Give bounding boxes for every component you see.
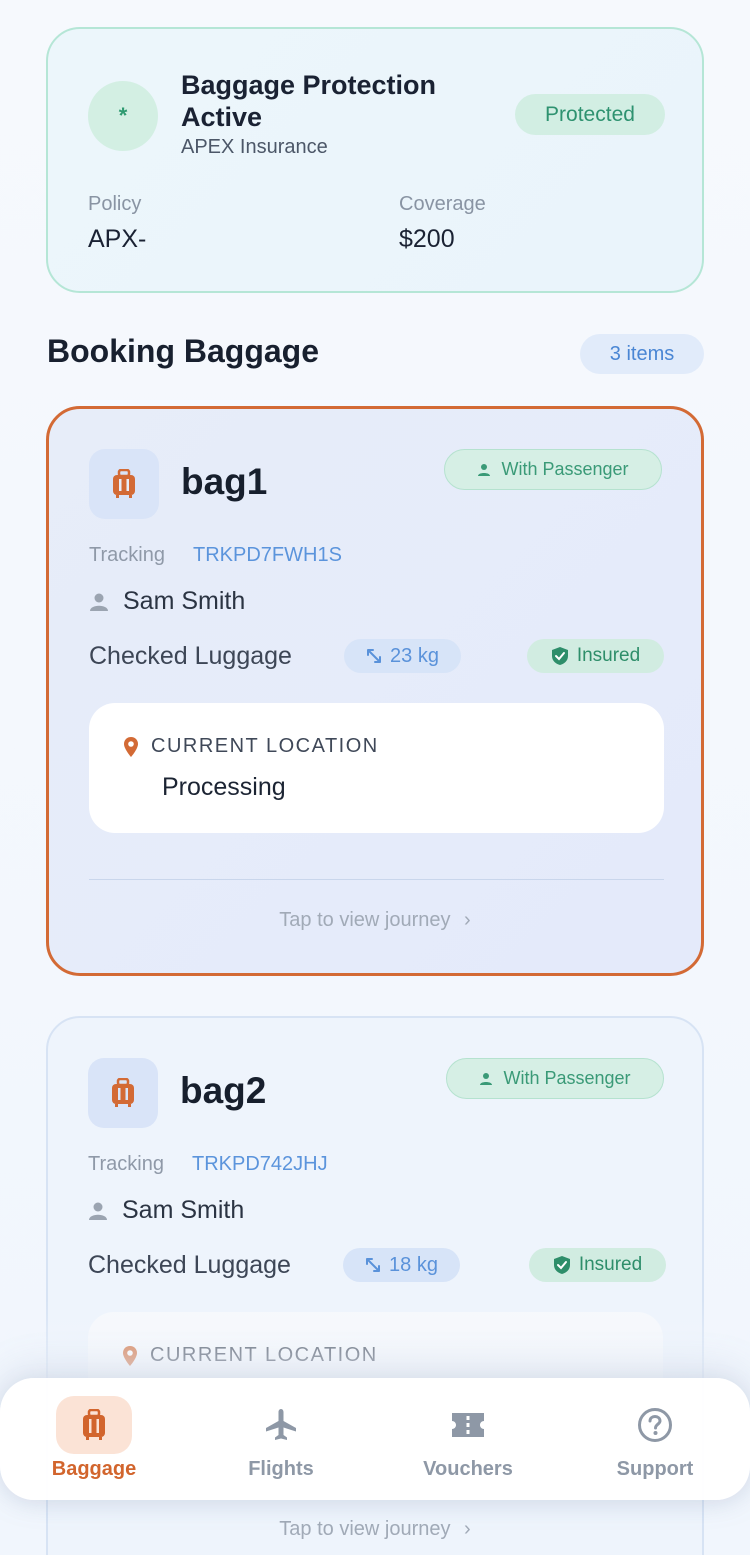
view-journey-label: Tap to view journey: [279, 909, 451, 931]
location-header: CURRENT LOCATION: [122, 1344, 378, 1367]
policy-label: Policy: [88, 193, 142, 215]
tracking-label: Tracking: [88, 1153, 164, 1175]
insured-badge: Insured: [529, 1248, 666, 1282]
location-label: CURRENT LOCATION: [150, 1344, 378, 1366]
view-journey-link[interactable]: Tap to view journey ›: [48, 1518, 702, 1541]
bag-card-1[interactable]: bag1 With Passenger Tracking TRKPD7FWH1S…: [46, 406, 704, 976]
airplane-icon: [243, 1396, 319, 1454]
nav-label-vouchers: Vouchers: [423, 1458, 513, 1480]
protected-badge: Protected: [515, 94, 665, 135]
bag-status-label: With Passenger: [503, 1068, 631, 1088]
weight-value: 23 kg: [390, 644, 439, 667]
passenger-name: Sam Smith: [122, 1196, 245, 1224]
coverage-label: Coverage: [399, 193, 486, 215]
ticket-icon: [430, 1396, 506, 1454]
insurance-card: * Baggage Protection Active APEX Insuran…: [46, 27, 704, 293]
location-pin-icon: [123, 1345, 137, 1366]
help-circle-icon: [617, 1396, 693, 1454]
nav-label-flights: Flights: [248, 1458, 314, 1480]
bag-status-label: With Passenger: [501, 459, 629, 479]
person-icon: [478, 463, 491, 476]
bag-name: bag1: [181, 461, 268, 502]
insured-label: Insured: [578, 1254, 643, 1275]
person-icon: [89, 1202, 107, 1220]
luggage-icon: [56, 1396, 132, 1454]
insured-label: Insured: [576, 645, 641, 666]
luggage-icon: [89, 449, 159, 519]
passenger-row: Sam Smith: [88, 1196, 244, 1225]
person-icon: [90, 593, 108, 611]
shield-check-icon: [553, 1256, 570, 1274]
bag-status-badge: With Passenger: [444, 449, 662, 490]
nav-tab-baggage[interactable]: Baggage: [19, 1378, 169, 1500]
weight-value: 18 kg: [389, 1253, 438, 1276]
policy-value: APX-: [88, 225, 147, 253]
nav-tab-support[interactable]: Support: [580, 1378, 730, 1500]
coverage-value: $200: [399, 225, 455, 253]
luggage-type: Checked Luggage: [89, 642, 292, 670]
passenger-name: Sam Smith: [123, 587, 246, 615]
section-title: Booking Baggage: [47, 333, 320, 369]
nav-tab-flights[interactable]: Flights: [206, 1378, 356, 1500]
luggage-type: Checked Luggage: [88, 1251, 291, 1279]
resize-arrow-icon: [367, 649, 382, 663]
view-journey-link[interactable]: Tap to view journey ›: [49, 909, 701, 932]
insurance-title: Baggage Protection Active: [181, 70, 437, 132]
location-value: Processing: [162, 773, 286, 801]
current-location-box: CURRENT LOCATION Processing: [89, 703, 664, 833]
shield-check-icon: [551, 647, 568, 665]
location-label: CURRENT LOCATION: [151, 735, 379, 757]
bag-name: bag2: [180, 1070, 267, 1111]
resize-arrow-icon: [366, 1258, 381, 1272]
tracking-code[interactable]: TRKPD742JHJ: [192, 1153, 328, 1176]
tracking-code[interactable]: TRKPD7FWH1S: [193, 544, 342, 567]
insurance-shield-icon: *: [88, 81, 158, 151]
nav-tab-vouchers[interactable]: Vouchers: [393, 1378, 543, 1500]
view-journey-label: Tap to view journey: [279, 1518, 451, 1540]
location-header: CURRENT LOCATION: [123, 735, 379, 758]
chevron-right-icon: ›: [464, 1518, 471, 1540]
nav-label-baggage: Baggage: [51, 1458, 137, 1480]
insured-badge: Insured: [527, 639, 664, 673]
tracking-label: Tracking: [89, 544, 165, 566]
bottom-navigation: Baggage Flights Vouchers Support: [0, 1378, 750, 1500]
bag-status-badge: With Passenger: [446, 1058, 664, 1099]
chevron-right-icon: ›: [464, 909, 471, 931]
nav-label-support: Support: [616, 1458, 694, 1480]
item-count-badge: 3 items: [580, 334, 704, 374]
luggage-icon: [88, 1058, 158, 1128]
passenger-row: Sam Smith: [89, 587, 245, 616]
divider: [89, 879, 664, 880]
weight-badge: 18 kg: [343, 1248, 460, 1282]
person-icon: [480, 1072, 493, 1085]
insurance-provider: APEX Insurance: [181, 136, 328, 158]
weight-badge: 23 kg: [344, 639, 461, 673]
location-pin-icon: [124, 736, 138, 757]
